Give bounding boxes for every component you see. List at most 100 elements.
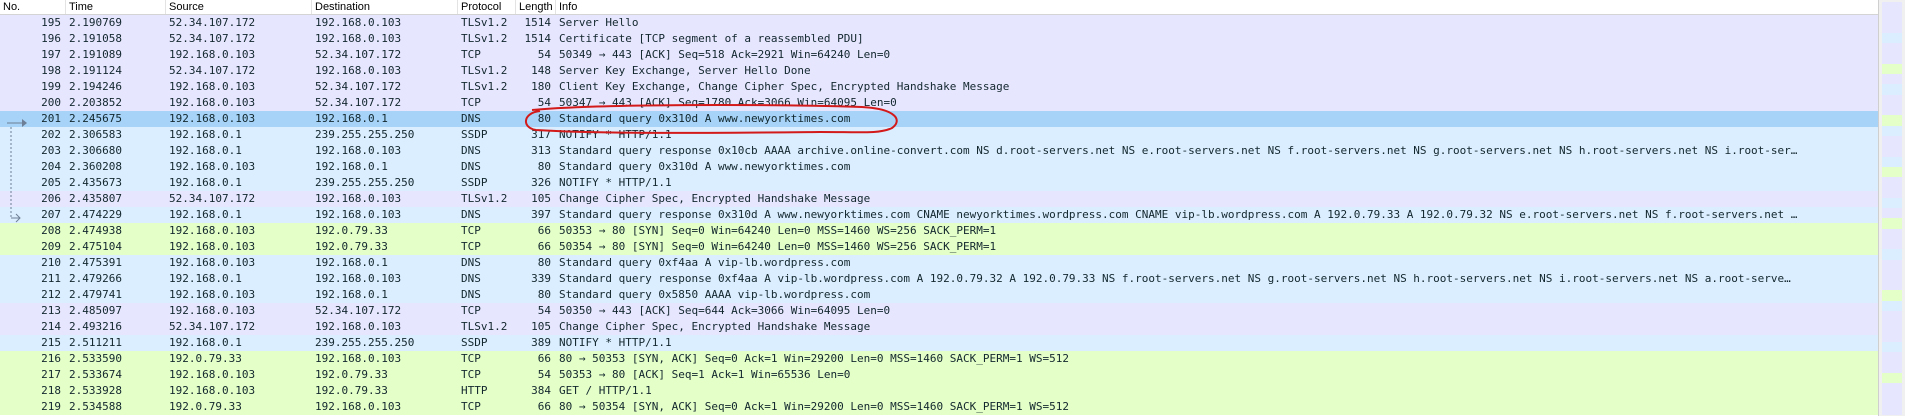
packet-time: 2.479741	[69, 288, 122, 301]
packet-row[interactable]: 200 2.203852 192.168.0.103 52.34.107.172 TCP…	[0, 95, 1878, 111]
column-header-protocol[interactable]: Protocol	[458, 0, 516, 14]
packet-info: Server Hello	[559, 16, 639, 29]
packet-time: 2.306680	[69, 144, 122, 157]
packet-list: 195 2.190769 52.34.107.172 192.168.0.103 TLS…	[0, 15, 1878, 416]
packet-length: 54	[537, 96, 551, 109]
packet-number: 211	[41, 272, 61, 285]
packet-number: 215	[41, 336, 61, 349]
packet-protocol: TLSv1.2	[461, 16, 508, 29]
column-header-source[interactable]: Source	[166, 0, 312, 14]
packet-number: 207	[41, 208, 61, 221]
packet-row-selected[interactable]: 201 2.245675 192.168.0.103 192.168.0.1 DNS 80…	[0, 111, 1878, 127]
packet-minimap[interactable]	[1882, 2, 1902, 415]
packet-destination: 52.34.107.172	[315, 304, 402, 317]
packet-number: 217	[41, 368, 61, 381]
packet-length: 339	[531, 272, 551, 285]
packet-length: 397	[531, 208, 551, 221]
packet-source: 192.168.0.103	[169, 96, 256, 109]
packet-destination: 192.0.79.33	[315, 368, 388, 381]
column-header-time[interactable]: Time	[66, 0, 166, 14]
column-header-info[interactable]: Info	[556, 0, 1878, 14]
packet-length: 66	[537, 352, 551, 365]
packet-row[interactable]: 206 2.435807 52.34.107.172 192.168.0.103 TLS…	[0, 191, 1878, 207]
packet-row[interactable]: 213 2.485097 192.168.0.103 52.34.107.172 TCP…	[0, 303, 1878, 319]
packet-row[interactable]: 205 2.435673 192.168.0.1 239.255.255.250 SSD…	[0, 175, 1878, 191]
packet-row[interactable]: 207 2.474229 192.168.0.1 192.168.0.103 DNS 39…	[0, 207, 1878, 223]
packet-number: 203	[41, 144, 61, 157]
packet-row[interactable]: 216 2.533590 192.0.79.33 192.168.0.103 TCP 66…	[0, 351, 1878, 367]
packet-destination: 192.168.0.1	[315, 112, 388, 125]
packet-destination: 192.168.0.103	[315, 352, 402, 365]
packet-row[interactable]: 211 2.479266 192.168.0.1 192.168.0.103 DNS 33…	[0, 271, 1878, 287]
packet-destination: 239.255.255.250	[315, 336, 415, 349]
packet-protocol: TCP	[461, 352, 481, 365]
packet-protocol: SSDP	[461, 336, 488, 349]
packet-row[interactable]: 218 2.533928 192.168.0.103 192.0.79.33 HTTP 3…	[0, 383, 1878, 399]
packet-destination: 192.168.0.103	[315, 272, 402, 285]
packet-list-scrollbar[interactable]	[1878, 0, 1905, 416]
packet-row[interactable]: 204 2.360208 192.168.0.103 192.168.0.1 DNS 80…	[0, 159, 1878, 175]
packet-row[interactable]: 195 2.190769 52.34.107.172 192.168.0.103 TLS…	[0, 15, 1878, 31]
packet-row[interactable]: 209 2.475104 192.168.0.103 192.0.79.33 TCP 66…	[0, 239, 1878, 255]
packet-time: 2.435807	[69, 192, 122, 205]
packet-destination: 192.168.0.103	[315, 320, 402, 333]
packet-length: 1514	[524, 16, 552, 29]
packet-row[interactable]: 197 2.191089 192.168.0.103 52.34.107.172 TCP…	[0, 47, 1878, 63]
packet-info: 50347 → 443 [ACK] Seq=1780 Ack=3066 Win=…	[559, 96, 897, 109]
packet-time: 2.245675	[69, 112, 122, 125]
packet-row[interactable]: 215 2.511211 192.168.0.1 239.255.255.250 SSD…	[0, 335, 1878, 351]
packet-protocol: TLSv1.2	[461, 64, 508, 77]
column-header-destination[interactable]: Destination	[312, 0, 458, 14]
packet-row[interactable]: 214 2.493216 52.34.107.172 192.168.0.103 TLS…	[0, 319, 1878, 335]
packet-source: 192.168.0.103	[169, 288, 256, 301]
packet-number: 199	[41, 80, 61, 93]
packet-source: 192.168.0.103	[169, 224, 256, 237]
packet-destination: 239.255.255.250	[315, 128, 415, 141]
packet-row[interactable]: 199 2.194246 192.168.0.103 52.34.107.172 TLS…	[0, 79, 1878, 95]
packet-row[interactable]: 208 2.474938 192.168.0.103 192.0.79.33 TCP 66…	[0, 223, 1878, 239]
packet-info: Standard query response 0xf4aa A vip-lb.…	[559, 272, 1791, 285]
packet-time: 2.475391	[69, 256, 122, 269]
packet-source: 192.0.79.33	[169, 400, 242, 413]
packet-destination: 192.168.0.1	[315, 256, 388, 269]
packet-source: 192.168.0.1	[169, 144, 242, 157]
packet-length: 54	[537, 304, 551, 317]
packet-number: 195	[41, 16, 61, 29]
packet-protocol: TLSv1.2	[461, 32, 508, 45]
packet-destination: 192.0.79.33	[315, 384, 388, 397]
packet-number: 213	[41, 304, 61, 317]
packet-length: 80	[537, 160, 551, 173]
packet-length: 326	[531, 176, 551, 189]
packet-number: 216	[41, 352, 61, 365]
packet-row[interactable]: 212 2.479741 192.168.0.103 192.168.0.1 DNS 80…	[0, 287, 1878, 303]
packet-row[interactable]: 219 2.534588 192.0.79.33 192.168.0.103 TCP 66…	[0, 399, 1878, 415]
packet-row[interactable]: 217 2.533674 192.168.0.103 192.0.79.33 TCP 54…	[0, 367, 1878, 383]
packet-time: 2.194246	[69, 80, 122, 93]
packet-row[interactable]: 210 2.475391 192.168.0.103 192.168.0.1 DNS 80…	[0, 255, 1878, 271]
packet-source: 192.168.0.1	[169, 128, 242, 141]
packet-destination: 192.168.0.103	[315, 16, 402, 29]
packet-source: 192.168.0.103	[169, 256, 256, 269]
packet-number: 210	[41, 256, 61, 269]
packet-info: 50349 → 443 [ACK] Seq=518 Ack=2921 Win=6…	[559, 48, 891, 61]
column-header-length[interactable]: Length	[516, 0, 556, 14]
packet-row[interactable]: 203 2.306680 192.168.0.1 192.168.0.103 DNS 31…	[0, 143, 1878, 159]
packet-protocol: DNS	[461, 144, 481, 157]
packet-row[interactable]: 202 2.306583 192.168.0.1 239.255.255.250 SSD…	[0, 127, 1878, 143]
packet-list-window: No. Time Source Destination Protocol Len…	[0, 0, 1905, 416]
packet-info: GET / HTTP/1.1	[559, 384, 652, 397]
packet-info: Certificate [TCP segment of a reassemble…	[559, 32, 864, 45]
packet-time: 2.493216	[69, 320, 122, 333]
packet-source: 192.168.0.103	[169, 80, 256, 93]
packet-row[interactable]: 196 2.191058 52.34.107.172 192.168.0.103 TLS…	[0, 31, 1878, 47]
packet-protocol: TLSv1.2	[461, 192, 508, 205]
packet-number: 197	[41, 48, 61, 61]
packet-length: 66	[537, 224, 551, 237]
packet-destination: 192.168.0.103	[315, 400, 402, 413]
column-header-no[interactable]: No.	[0, 0, 66, 14]
packet-number: 200	[41, 96, 61, 109]
packet-length: 105	[531, 192, 551, 205]
packet-row[interactable]: 198 2.191124 52.34.107.172 192.168.0.103 TLS…	[0, 63, 1878, 79]
packet-source: 52.34.107.172	[169, 32, 256, 45]
packet-info: 80 → 50353 [SYN, ACK] Seq=0 Ack=1 Win=29…	[559, 352, 1069, 365]
